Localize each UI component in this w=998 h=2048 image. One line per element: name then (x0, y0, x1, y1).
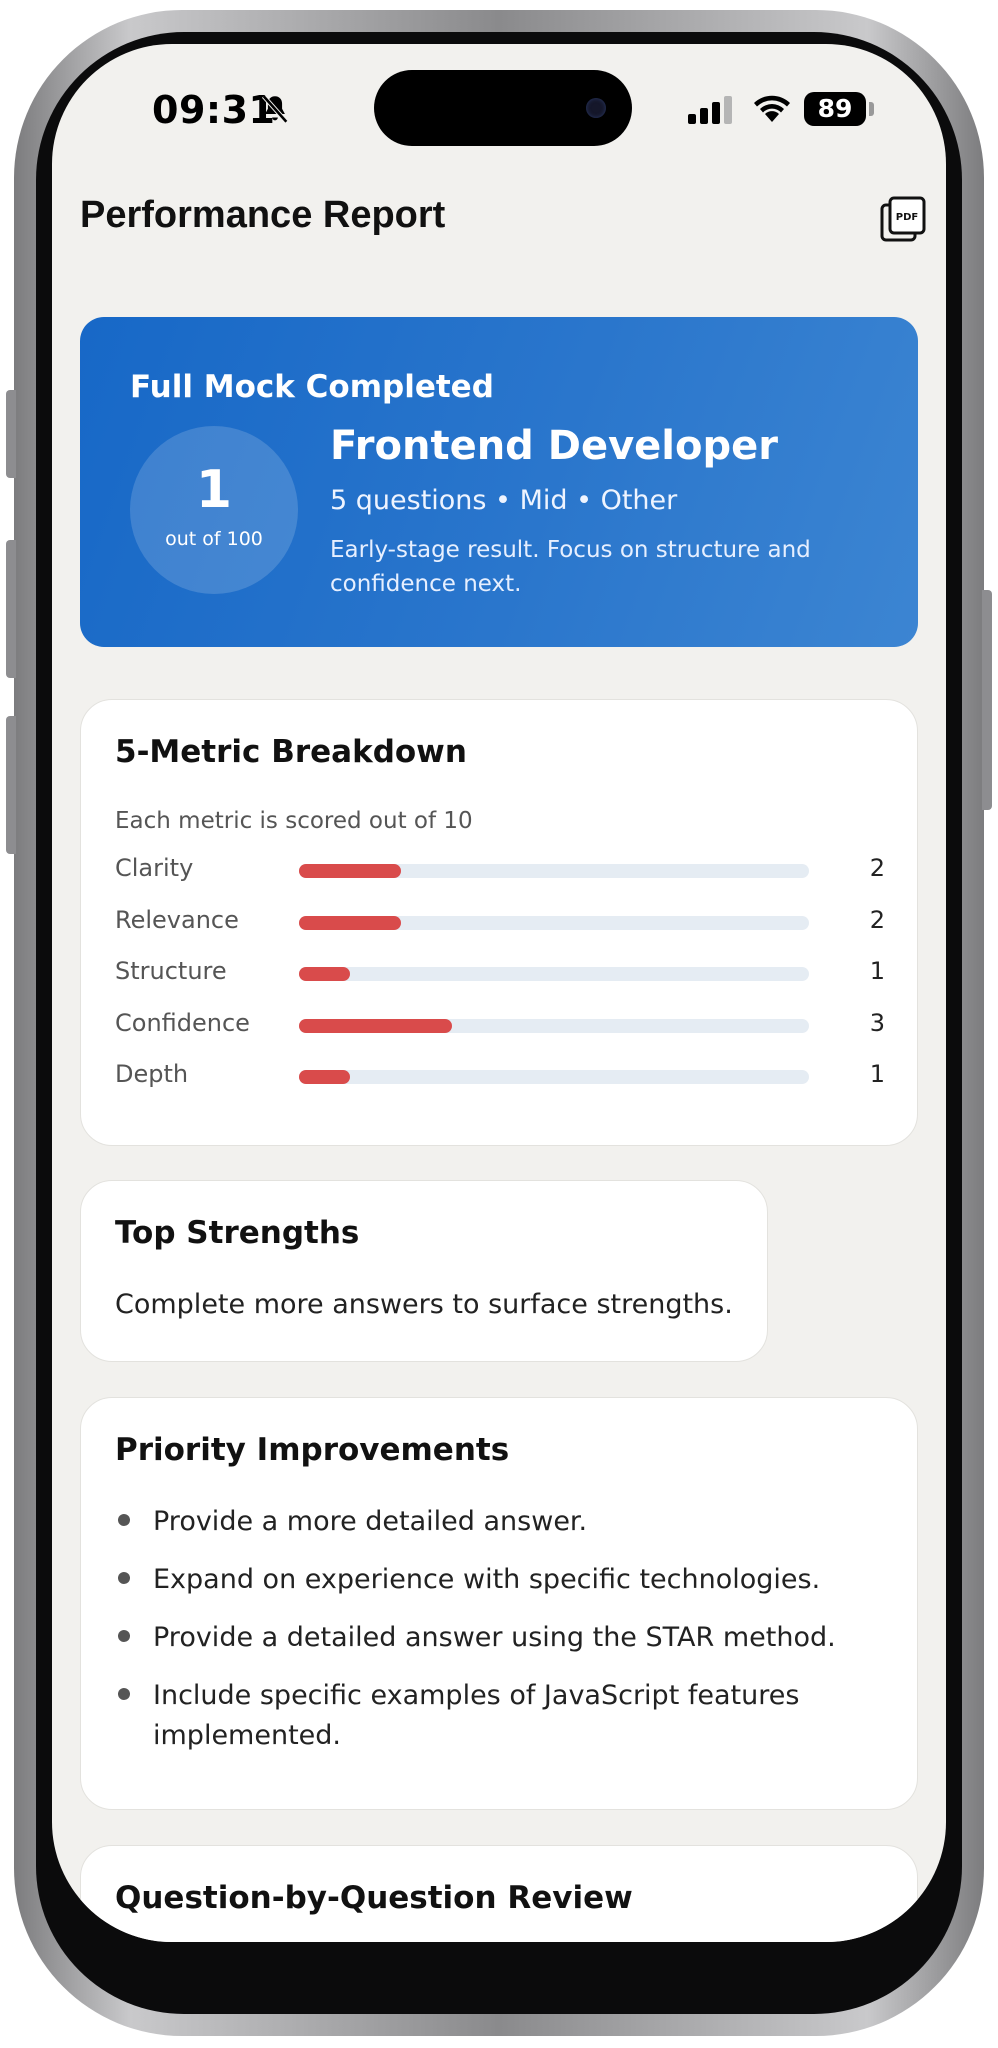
metric-bar-fill (299, 1070, 350, 1084)
metric-value: 2 (869, 905, 885, 934)
metric-bar-track (299, 1018, 809, 1033)
metric-label: Structure (115, 957, 227, 985)
metric-bar-track (299, 967, 809, 981)
metric-label: Relevance (115, 905, 239, 934)
overall-score: 1 (195, 460, 233, 520)
metric-label: Confidence (115, 1008, 250, 1037)
metric-row-relevance: Relevance 2 (115, 902, 885, 942)
improvement-text: Provide a more detailed answer. (153, 1506, 588, 1537)
metric-bar-track (299, 915, 809, 930)
improvement-list: Provide a more detailed answer. Expand o… (115, 1502, 875, 1774)
metric-value: 3 (869, 1008, 885, 1037)
metric-row-structure: Structure 1 (115, 953, 885, 993)
metric-bar-fill (299, 967, 350, 981)
battery-cap (869, 102, 874, 116)
top-strengths-title: Top Strengths (115, 1215, 360, 1251)
app-screen: 09:31 89 Performance Report PDF Full Moc… (52, 44, 946, 1942)
top-strengths-card: Top Strengths Complete more answers to s… (80, 1180, 768, 1362)
metric-value: 2 (869, 854, 885, 882)
wifi-icon (754, 95, 790, 122)
strengths-empty-text: Complete more answers to surface strengt… (115, 1289, 733, 1320)
priority-improvements-title: Priority Improvements (115, 1432, 510, 1468)
score-summary-card: Full Mock Completed 1 out of 100 Fronten… (80, 317, 918, 647)
metric-breakdown-card: 5-Metric Breakdown Each metric is scored… (80, 699, 918, 1146)
improvement-text: Expand on experience with specific techn… (153, 1564, 821, 1595)
power-button (982, 590, 992, 810)
bullet-icon (118, 1572, 130, 1584)
score-caption: out of 100 (165, 528, 263, 550)
metric-breakdown-title: 5-Metric Breakdown (115, 734, 467, 770)
metric-bar-fill (299, 864, 401, 878)
cellular-signal-icon (688, 96, 732, 124)
metric-caption: Each metric is scored out of 10 (115, 808, 473, 834)
priority-improvements-card: Priority Improvements Provide a more det… (80, 1397, 918, 1810)
improvement-text: Provide a detailed answer using the STAR… (153, 1622, 836, 1653)
metric-row-depth: Depth 1 (115, 1056, 885, 1096)
improvement-text: Include specific examples of JavaScript … (153, 1680, 800, 1751)
front-camera (586, 98, 606, 118)
interview-meta: 5 questions • Mid • Other (330, 485, 678, 516)
bullet-icon (118, 1514, 130, 1526)
improvement-item: Expand on experience with specific techn… (115, 1560, 875, 1600)
question-review-card[interactable]: Question-by-Question Review (80, 1845, 918, 1942)
volume-down-button (6, 716, 16, 854)
pdf-icon-label: PDF (896, 212, 918, 223)
completion-status: Full Mock Completed (130, 369, 494, 405)
metric-row-confidence: Confidence 3 (115, 1005, 885, 1045)
metric-value: 1 (869, 1060, 885, 1088)
improvement-item: Provide a detailed answer using the STAR… (115, 1618, 875, 1658)
metric-bar-fill (299, 915, 401, 930)
metric-bar-track (299, 1070, 809, 1084)
volume-up-button (6, 540, 16, 678)
action-button (6, 390, 16, 478)
dynamic-island (374, 70, 632, 146)
metric-value: 1 (869, 957, 885, 985)
improvement-item: Provide a more detailed answer. (115, 1502, 875, 1542)
metric-bar-track (299, 864, 809, 878)
page-title: Performance Report (80, 194, 446, 236)
battery-level: 89 (804, 92, 866, 126)
metric-row-clarity: Clarity 2 (115, 850, 885, 890)
question-review-title: Question-by-Question Review (115, 1880, 633, 1916)
pdf-export-icon[interactable]: PDF (880, 196, 926, 242)
bullet-icon (118, 1688, 130, 1700)
improvement-item: Include specific examples of JavaScript … (115, 1676, 875, 1756)
metric-label: Clarity (115, 854, 194, 882)
score-circle: 1 out of 100 (130, 426, 298, 594)
role-title: Frontend Developer (330, 423, 778, 469)
result-note: Early-stage result. Focus on structure a… (330, 537, 811, 597)
metric-label: Depth (115, 1060, 189, 1088)
status-time: 09:31 (152, 88, 276, 132)
bullet-icon (118, 1630, 130, 1642)
bell-slash-icon (261, 94, 289, 124)
metric-bar-fill (299, 1018, 452, 1033)
